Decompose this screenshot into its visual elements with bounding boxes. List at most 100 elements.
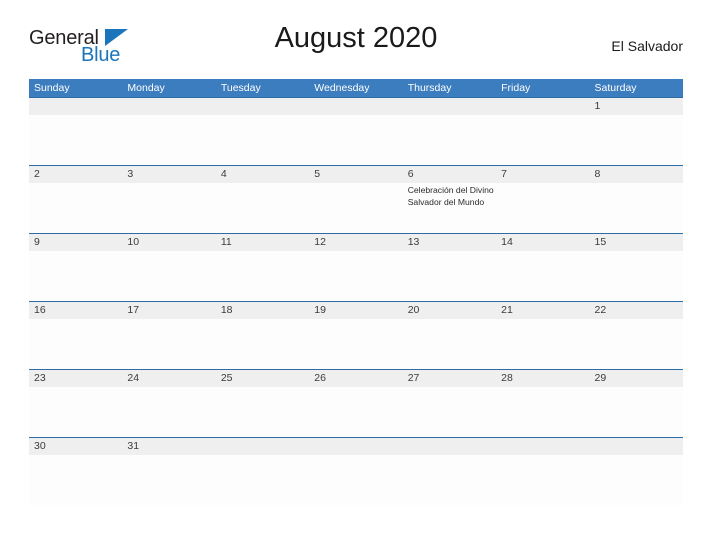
day-cell[interactable] (590, 183, 683, 233)
day-cell[interactable] (122, 115, 215, 165)
day-number[interactable] (496, 98, 589, 115)
day-number[interactable]: 14 (496, 234, 589, 251)
day-number[interactable] (216, 438, 309, 455)
day-cell[interactable] (122, 319, 215, 369)
day-number[interactable] (496, 438, 589, 455)
day-number[interactable]: 6 (403, 166, 496, 183)
day-cell[interactable] (29, 319, 122, 369)
day-cell[interactable] (403, 319, 496, 369)
day-number[interactable]: 16 (29, 302, 122, 319)
day-number[interactable] (403, 98, 496, 115)
day-number[interactable]: 27 (403, 370, 496, 387)
day-cell[interactable] (309, 251, 402, 301)
day-number[interactable]: 15 (590, 234, 683, 251)
day-cell[interactable] (122, 387, 215, 437)
day-cell[interactable] (216, 455, 309, 505)
day-cell[interactable] (590, 251, 683, 301)
day-number[interactable]: 13 (403, 234, 496, 251)
day-cell[interactable] (590, 455, 683, 505)
day-cell[interactable] (122, 183, 215, 233)
day-number[interactable]: 21 (496, 302, 589, 319)
day-cell[interactable] (309, 387, 402, 437)
day-cell[interactable] (496, 455, 589, 505)
day-cell[interactable] (29, 183, 122, 233)
day-cell[interactable] (496, 319, 589, 369)
day-number[interactable]: 22 (590, 302, 683, 319)
week-daynumber-band: 30 31 (29, 438, 683, 455)
week-daynumber-band: 9 10 11 12 13 14 15 (29, 234, 683, 251)
week-event-band (29, 387, 683, 437)
calendar-week-row: 1 (29, 97, 683, 165)
day-number[interactable]: 29 (590, 370, 683, 387)
day-number[interactable]: 2 (29, 166, 122, 183)
day-cell[interactable] (496, 183, 589, 233)
day-number[interactable]: 20 (403, 302, 496, 319)
day-number[interactable] (403, 438, 496, 455)
day-number[interactable]: 9 (29, 234, 122, 251)
day-cell[interactable] (216, 251, 309, 301)
day-cell[interactable] (216, 387, 309, 437)
day-cell[interactable] (403, 455, 496, 505)
day-cell[interactable] (29, 115, 122, 165)
day-cell-holiday[interactable]: Celebración del Divino Salvador del Mund… (403, 183, 496, 233)
day-number[interactable]: 5 (309, 166, 402, 183)
day-cell[interactable] (590, 387, 683, 437)
week-daynumber-band: 23 24 25 26 27 28 29 (29, 370, 683, 387)
day-number[interactable]: 3 (122, 166, 215, 183)
day-number[interactable]: 25 (216, 370, 309, 387)
week-event-band: Celebración del Divino Salvador del Mund… (29, 183, 683, 233)
day-cell[interactable] (122, 251, 215, 301)
day-cell[interactable] (216, 183, 309, 233)
day-cell[interactable] (309, 319, 402, 369)
calendar-week-row: 16 17 18 19 20 21 22 (29, 301, 683, 369)
day-cell[interactable] (590, 115, 683, 165)
weekday-friday: Friday (501, 82, 531, 94)
weekday-thursday: Thursday (407, 82, 452, 94)
day-number[interactable]: 12 (309, 234, 402, 251)
weekday-saturday: Saturday (594, 82, 637, 94)
day-number[interactable]: 10 (122, 234, 215, 251)
day-cell[interactable] (216, 115, 309, 165)
day-number[interactable] (309, 98, 402, 115)
day-cell[interactable] (403, 115, 496, 165)
day-cell[interactable] (403, 387, 496, 437)
day-cell[interactable] (216, 319, 309, 369)
day-cell[interactable] (309, 455, 402, 505)
day-cell[interactable] (403, 251, 496, 301)
day-number[interactable] (590, 438, 683, 455)
day-cell[interactable] (29, 251, 122, 301)
calendar-week-row: 30 31 (29, 437, 683, 505)
week-daynumber-band: 1 (29, 98, 683, 115)
day-number[interactable]: 28 (496, 370, 589, 387)
day-number[interactable]: 30 (29, 438, 122, 455)
day-cell[interactable] (590, 319, 683, 369)
calendar-grid: Sunday Monday Tuesday Wednesday Thursday… (29, 79, 683, 505)
day-number[interactable]: 31 (122, 438, 215, 455)
day-number[interactable]: 4 (216, 166, 309, 183)
day-number[interactable]: 26 (309, 370, 402, 387)
day-number[interactable]: 19 (309, 302, 402, 319)
day-cell[interactable] (122, 455, 215, 505)
week-daynumber-band: 16 17 18 19 20 21 22 (29, 302, 683, 319)
weekday-monday: Monday (127, 82, 165, 94)
day-number[interactable]: 24 (122, 370, 215, 387)
day-number[interactable] (216, 98, 309, 115)
country-label: El Salvador (611, 38, 683, 54)
day-number[interactable]: 11 (216, 234, 309, 251)
day-cell[interactable] (29, 387, 122, 437)
day-number[interactable]: 8 (590, 166, 683, 183)
day-cell[interactable] (309, 115, 402, 165)
day-number[interactable] (309, 438, 402, 455)
day-cell[interactable] (309, 183, 402, 233)
day-number[interactable]: 23 (29, 370, 122, 387)
day-number[interactable]: 18 (216, 302, 309, 319)
day-number[interactable]: 17 (122, 302, 215, 319)
day-number[interactable]: 1 (590, 98, 683, 115)
day-cell[interactable] (496, 387, 589, 437)
day-cell[interactable] (496, 115, 589, 165)
day-number[interactable] (122, 98, 215, 115)
day-cell[interactable] (29, 455, 122, 505)
day-number[interactable] (29, 98, 122, 115)
day-cell[interactable] (496, 251, 589, 301)
day-number[interactable]: 7 (496, 166, 589, 183)
